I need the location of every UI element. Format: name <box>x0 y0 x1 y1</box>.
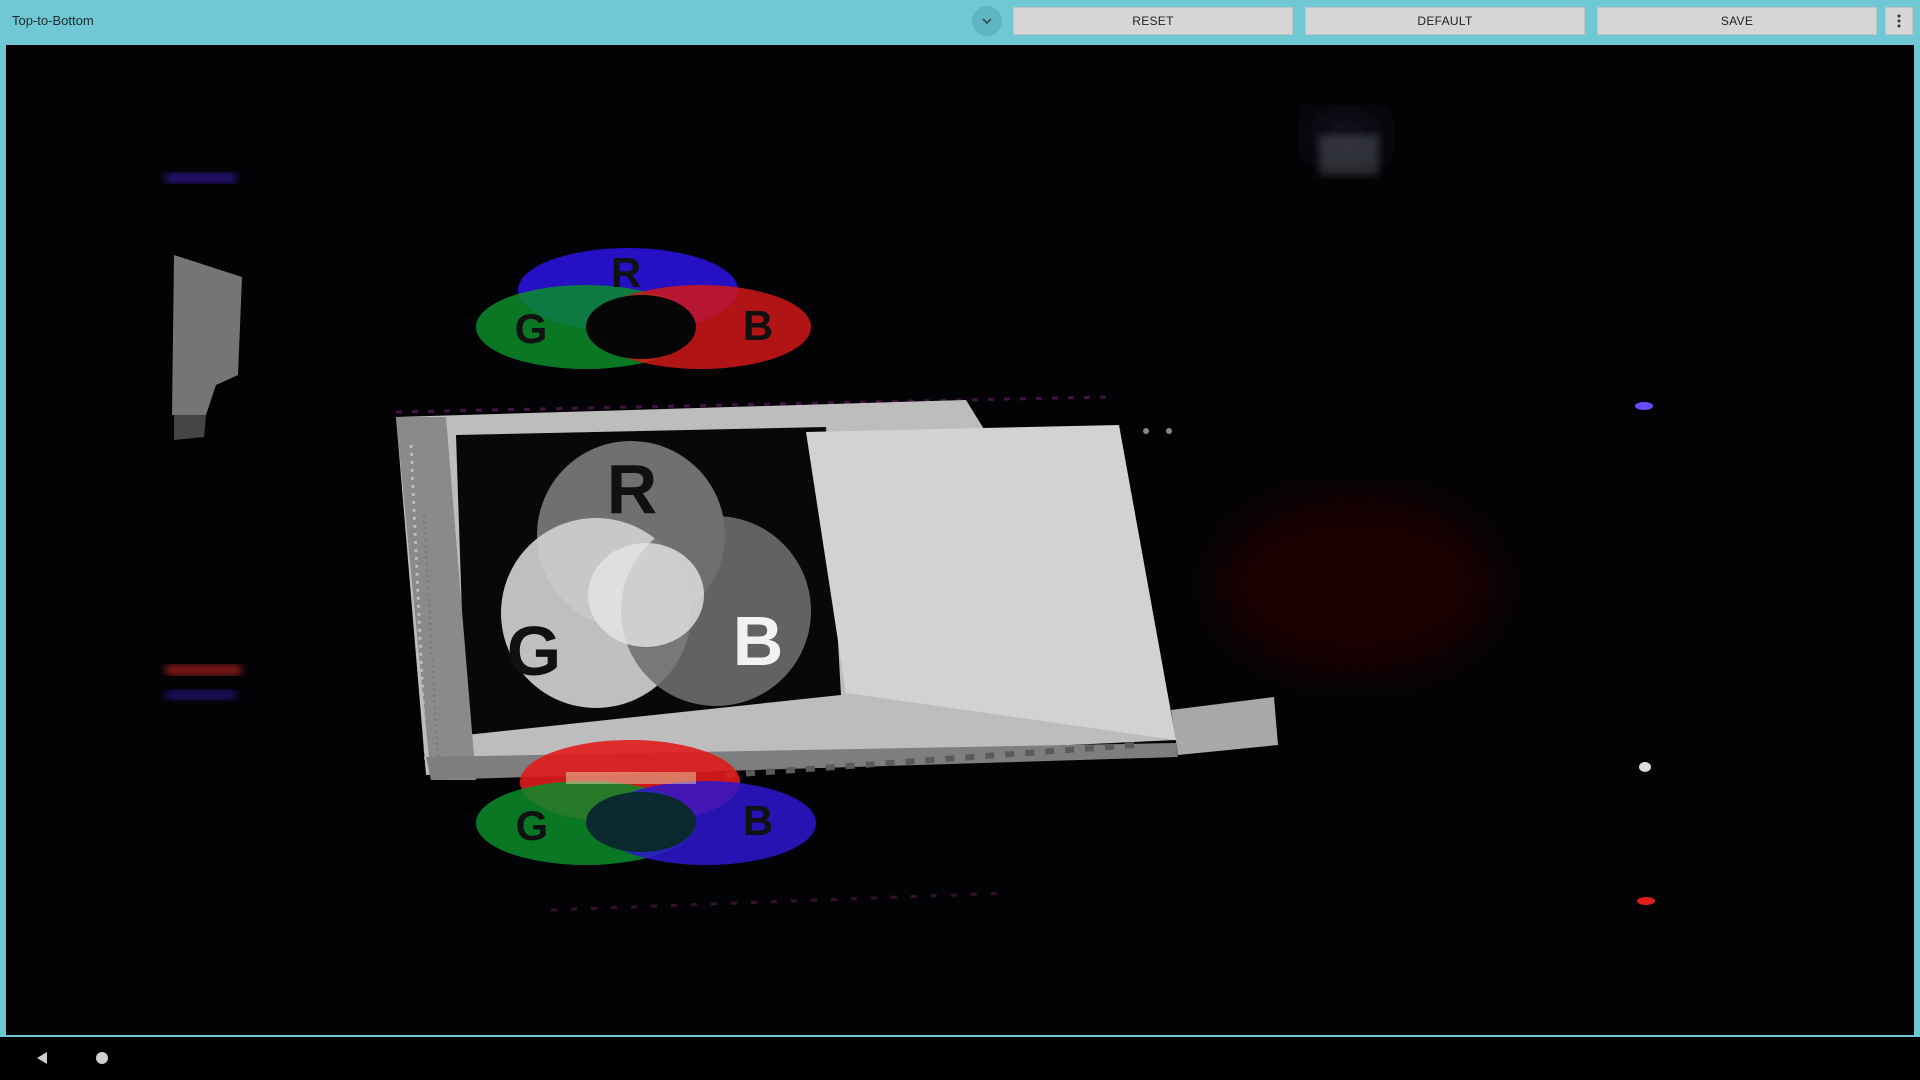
save-button[interactable]: SAVE <box>1597 7 1877 35</box>
more-vert-icon <box>1897 14 1901 28</box>
bottom-venn-label-g: G <box>516 802 549 849</box>
top-venn-label-g: G <box>515 305 548 352</box>
light-dot <box>1635 402 1653 410</box>
screen-venn-label-b: B <box>733 602 784 680</box>
light-blob <box>1319 135 1379 175</box>
system-navigation-bar <box>0 1037 1920 1080</box>
left-object <box>172 255 242 415</box>
bottom-venn-label-b: B <box>743 797 773 844</box>
chevron-down-icon <box>982 18 992 24</box>
top-venn-label-b: B <box>743 302 773 349</box>
nav-back-button[interactable] <box>34 1050 50 1066</box>
more-options-button[interactable] <box>1885 7 1913 35</box>
nav-home-button[interactable] <box>96 1052 108 1064</box>
monitor-screen: R G B <box>396 400 1278 780</box>
top-venn-diagram: R G B <box>476 248 811 369</box>
default-button[interactable]: DEFAULT <box>1305 7 1585 35</box>
top-venn-label-r: R <box>611 249 641 296</box>
reset-button[interactable]: RESET <box>1013 7 1293 35</box>
screen-venn-label-r: R <box>607 450 658 528</box>
light-dot <box>1639 762 1651 772</box>
camera-preview-image: R G B R G B G B <box>166 110 1655 912</box>
toolbar: Top-to-Bottom RESET DEFAULT SAVE <box>0 0 1920 42</box>
mode-dropdown-button[interactable] <box>972 6 1002 36</box>
screen-venn-label-g: G <box>507 612 561 690</box>
window-title: Top-to-Bottom <box>12 13 94 28</box>
light-dot <box>1637 897 1655 905</box>
back-triangle-icon <box>37 1052 47 1064</box>
camera-preview[interactable]: R G B R G B G B <box>6 45 1914 1035</box>
app-window: Top-to-Bottom RESET DEFAULT SAVE R G B R… <box>0 0 1920 1080</box>
